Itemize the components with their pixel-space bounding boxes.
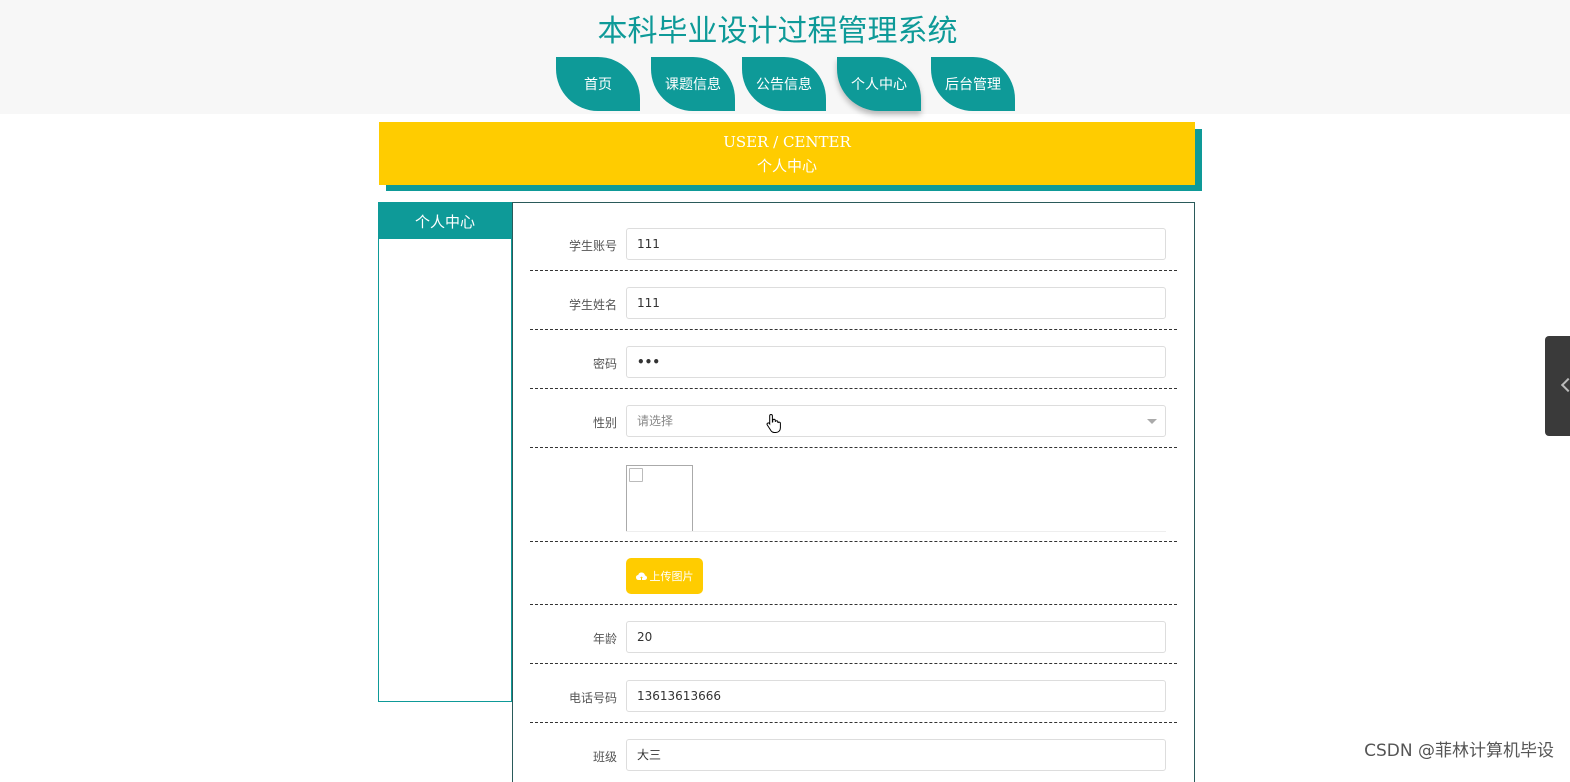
broken-image-icon (629, 468, 643, 482)
sidebar-item-personal-center[interactable]: 个人中心 (379, 203, 511, 239)
cloud-upload-icon (635, 572, 647, 580)
student-name-label: 学生姓名 (568, 298, 617, 312)
student-account-input[interactable]: 111 (626, 228, 1166, 260)
photo-underline (626, 531, 1166, 532)
hand-cursor-icon (766, 413, 781, 433)
student-account-label: 学生账号 (568, 239, 617, 253)
form-row-name: 学生姓名 111 (530, 270, 1177, 330)
nav-admin[interactable]: 后台管理 (931, 57, 1015, 111)
class-input[interactable]: 大三 (626, 739, 1166, 771)
nav-notices[interactable]: 公告信息 (742, 57, 826, 111)
gender-select[interactable]: 请选择 (626, 405, 1166, 437)
dropdown-caret-icon (1147, 419, 1157, 424)
age-input[interactable]: 20 (626, 621, 1166, 653)
student-name-input[interactable]: 111 (626, 287, 1166, 319)
nav-personal-center[interactable]: 个人中心 (837, 57, 921, 111)
password-label: 密码 (592, 357, 617, 371)
profile-form: 学生账号 111 学生姓名 111 密码 ••• 性别 请选择 上传图片 年龄 … (512, 202, 1195, 782)
phone-input[interactable]: 13613613666 (626, 680, 1166, 712)
section-banner: USER / CENTER 个人中心 (379, 122, 1195, 185)
nav-home[interactable]: 首页 (556, 57, 640, 111)
side-collapse-tab[interactable] (1545, 336, 1570, 436)
nav-topics[interactable]: 课题信息 (651, 57, 735, 111)
sidebar: 个人中心 (378, 202, 512, 702)
watermark: CSDN @菲林计算机毕设 (1364, 741, 1554, 761)
chevron-left-icon (1560, 377, 1570, 393)
class-label: 班级 (592, 750, 617, 764)
form-row-password: 密码 ••• (530, 329, 1177, 389)
form-row-account: 学生账号 111 (530, 203, 1177, 271)
form-row-phone: 电话号码 13613613666 (530, 663, 1177, 723)
gender-label: 性别 (592, 416, 617, 430)
banner-title-cn: 个人中心 (756, 157, 817, 175)
form-row-class: 班级 大三 (530, 722, 1177, 782)
form-row-upload: 上传图片 (530, 541, 1177, 605)
site-title: 本科毕业设计过程管理系统 (597, 14, 958, 49)
form-row-age: 年龄 20 (530, 604, 1177, 664)
banner-title-en: USER / CENTER (723, 133, 851, 151)
form-row-photo (530, 447, 1177, 542)
upload-image-button[interactable]: 上传图片 (626, 558, 703, 594)
phone-label: 电话号码 (568, 691, 617, 705)
photo-preview (626, 465, 693, 532)
main-nav: 首页 课题信息 公告信息 个人中心 后台管理 (0, 57, 1570, 111)
upload-button-label: 上传图片 (649, 570, 694, 583)
form-row-gender: 性别 请选择 (530, 388, 1177, 448)
password-input[interactable]: ••• (626, 346, 1166, 378)
age-label: 年龄 (592, 632, 617, 646)
header: 本科毕业设计过程管理系统 首页 课题信息 公告信息 个人中心 后台管理 (0, 0, 1570, 114)
gender-select-placeholder: 请选择 (637, 414, 674, 428)
